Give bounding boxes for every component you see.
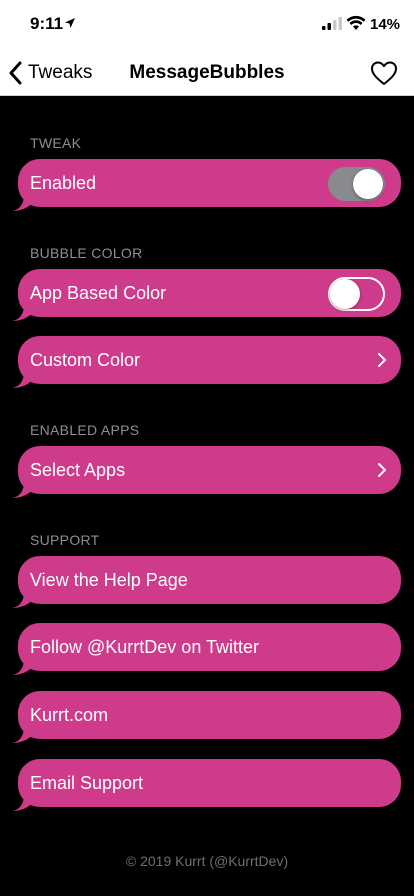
app-based-color-label: App Based Color xyxy=(30,283,167,303)
status-bar: 9:11 14% xyxy=(0,0,414,50)
wifi-icon xyxy=(346,15,366,30)
chevron-left-icon xyxy=(9,61,22,85)
status-time: 9:11 xyxy=(30,14,64,33)
section-header-enabled-apps: ENABLED APPS xyxy=(30,422,140,438)
twitter-button[interactable]: Follow @KurrtDev on Twitter xyxy=(18,623,401,671)
app-based-color-toggle[interactable] xyxy=(328,277,385,311)
chevron-right-icon xyxy=(378,463,386,477)
list-item-custom-color: Custom Color xyxy=(12,336,401,388)
list-item-email: Email Support xyxy=(12,759,401,811)
navigation-bar: Tweaks MessageBubbles xyxy=(0,50,414,96)
website-button[interactable]: Kurrt.com xyxy=(18,691,401,739)
twitter-label: Follow @KurrtDev on Twitter xyxy=(30,637,260,657)
select-apps-label: Select Apps xyxy=(30,460,126,480)
section-header-tweak: TWEAK xyxy=(30,135,82,151)
list-item-app-based-color: App Based Color xyxy=(12,269,401,321)
website-label: Kurrt.com xyxy=(30,705,109,725)
list-item-help-page: View the Help Page xyxy=(12,556,401,608)
chevron-right-icon xyxy=(378,353,386,367)
enabled-toggle[interactable] xyxy=(328,167,385,201)
enabled-label: Enabled xyxy=(30,173,97,193)
custom-color-button[interactable]: Custom Color xyxy=(18,336,401,384)
bubble-enabled: Enabled xyxy=(18,159,401,207)
section-header-bubble-color: BUBBLE COLOR xyxy=(30,245,143,261)
email-support-label: Email Support xyxy=(30,773,144,793)
list-item-select-apps: Select Apps xyxy=(12,446,401,498)
toggle-knob xyxy=(353,169,383,199)
list-item-enabled: Enabled xyxy=(12,159,401,211)
battery-percentage: 14% xyxy=(370,16,401,33)
toggle-knob xyxy=(330,279,360,309)
email-support-button[interactable]: Email Support xyxy=(18,759,401,807)
list-item-website: Kurrt.com xyxy=(12,691,401,743)
location-arrow-icon xyxy=(65,18,75,28)
back-button-label: Tweaks xyxy=(28,62,93,83)
back-button[interactable]: Tweaks xyxy=(8,58,92,88)
help-page-label: View the Help Page xyxy=(30,570,188,590)
section-header-support: SUPPORT xyxy=(30,532,100,548)
bubble-app-based-color: App Based Color xyxy=(18,269,401,317)
select-apps-button[interactable]: Select Apps xyxy=(18,446,401,494)
copyright-footer: © 2019 Kurrt (@KurrtDev) xyxy=(125,853,289,869)
list-item-twitter: Follow @KurrtDev on Twitter xyxy=(12,623,401,675)
heart-icon[interactable] xyxy=(370,60,398,86)
custom-color-label: Custom Color xyxy=(30,350,141,370)
help-page-button[interactable]: View the Help Page xyxy=(18,556,401,604)
signal-icon xyxy=(322,17,342,30)
